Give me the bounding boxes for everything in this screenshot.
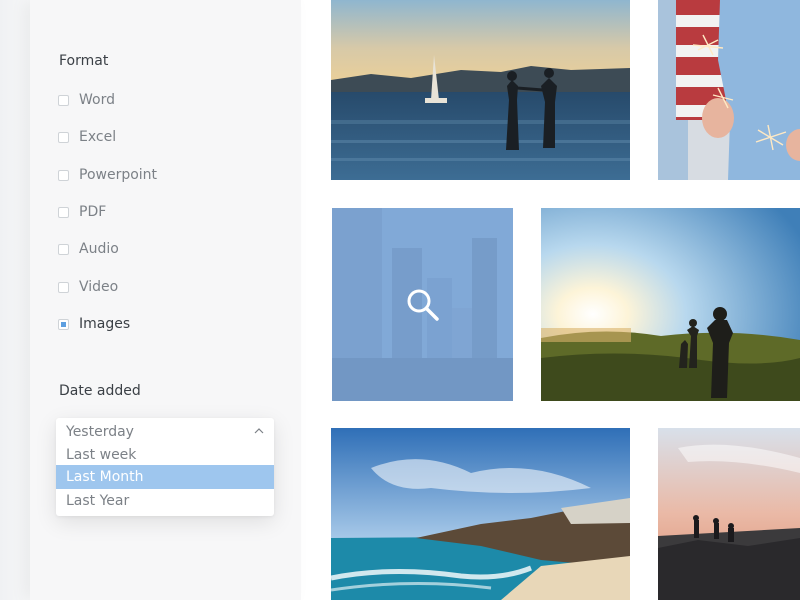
photo-beach-coast[interactable] xyxy=(331,428,630,600)
dropdown-option-last-year[interactable]: Last Year xyxy=(56,489,274,513)
excel-checkbox[interactable] xyxy=(58,131,69,143)
date-added-section-title: Date added xyxy=(59,383,141,399)
powerpoint-checkbox[interactable] xyxy=(58,169,69,181)
format-option-video[interactable]: Video xyxy=(58,278,118,296)
hover-overlay[interactable] xyxy=(332,208,513,401)
dropdown-selected-value[interactable]: Yesterday xyxy=(66,424,134,440)
word-label: Word xyxy=(79,92,115,108)
excel-label: Excel xyxy=(79,129,117,145)
images-label: Images xyxy=(79,316,131,332)
cliff-sunset-image xyxy=(658,428,800,600)
search-icon[interactable] xyxy=(405,287,441,323)
couple-at-sea-image xyxy=(331,0,630,180)
photo-sunset-hikers[interactable] xyxy=(541,208,800,401)
sparklers-image xyxy=(658,0,800,180)
format-option-pdf[interactable]: PDF xyxy=(58,203,106,221)
format-option-powerpoint[interactable]: Powerpoint xyxy=(58,166,157,184)
photo-sparklers[interactable] xyxy=(658,0,800,180)
sunset-hikers-image xyxy=(541,208,800,401)
photo-couple-at-sea[interactable] xyxy=(331,0,630,180)
date-added-dropdown[interactable]: Yesterday Last week Last Month Last Year xyxy=(56,418,274,516)
left-gutter xyxy=(0,0,30,600)
images-checkbox[interactable] xyxy=(58,318,69,330)
format-option-audio[interactable]: Audio xyxy=(58,240,119,258)
video-checkbox[interactable] xyxy=(58,281,69,293)
format-option-word[interactable]: Word xyxy=(58,91,115,109)
beach-coast-image xyxy=(331,428,630,600)
pdf-label: PDF xyxy=(79,204,107,220)
photo-city-skyline[interactable] xyxy=(332,208,513,401)
photo-cliff-sunset[interactable] xyxy=(658,428,800,600)
format-option-excel[interactable]: Excel xyxy=(58,128,116,146)
pdf-checkbox[interactable] xyxy=(58,206,69,218)
powerpoint-label: Powerpoint xyxy=(79,167,158,183)
audio-checkbox[interactable] xyxy=(58,243,69,255)
format-section-title: Format xyxy=(59,53,109,69)
dropdown-option-last-week[interactable]: Last week xyxy=(56,443,274,467)
chevron-up-icon[interactable] xyxy=(254,426,264,436)
format-option-images[interactable]: Images xyxy=(58,315,130,333)
dropdown-option-last-month[interactable]: Last Month xyxy=(56,465,274,489)
audio-label: Audio xyxy=(79,241,119,257)
video-label: Video xyxy=(79,279,119,295)
word-checkbox[interactable] xyxy=(58,94,69,106)
